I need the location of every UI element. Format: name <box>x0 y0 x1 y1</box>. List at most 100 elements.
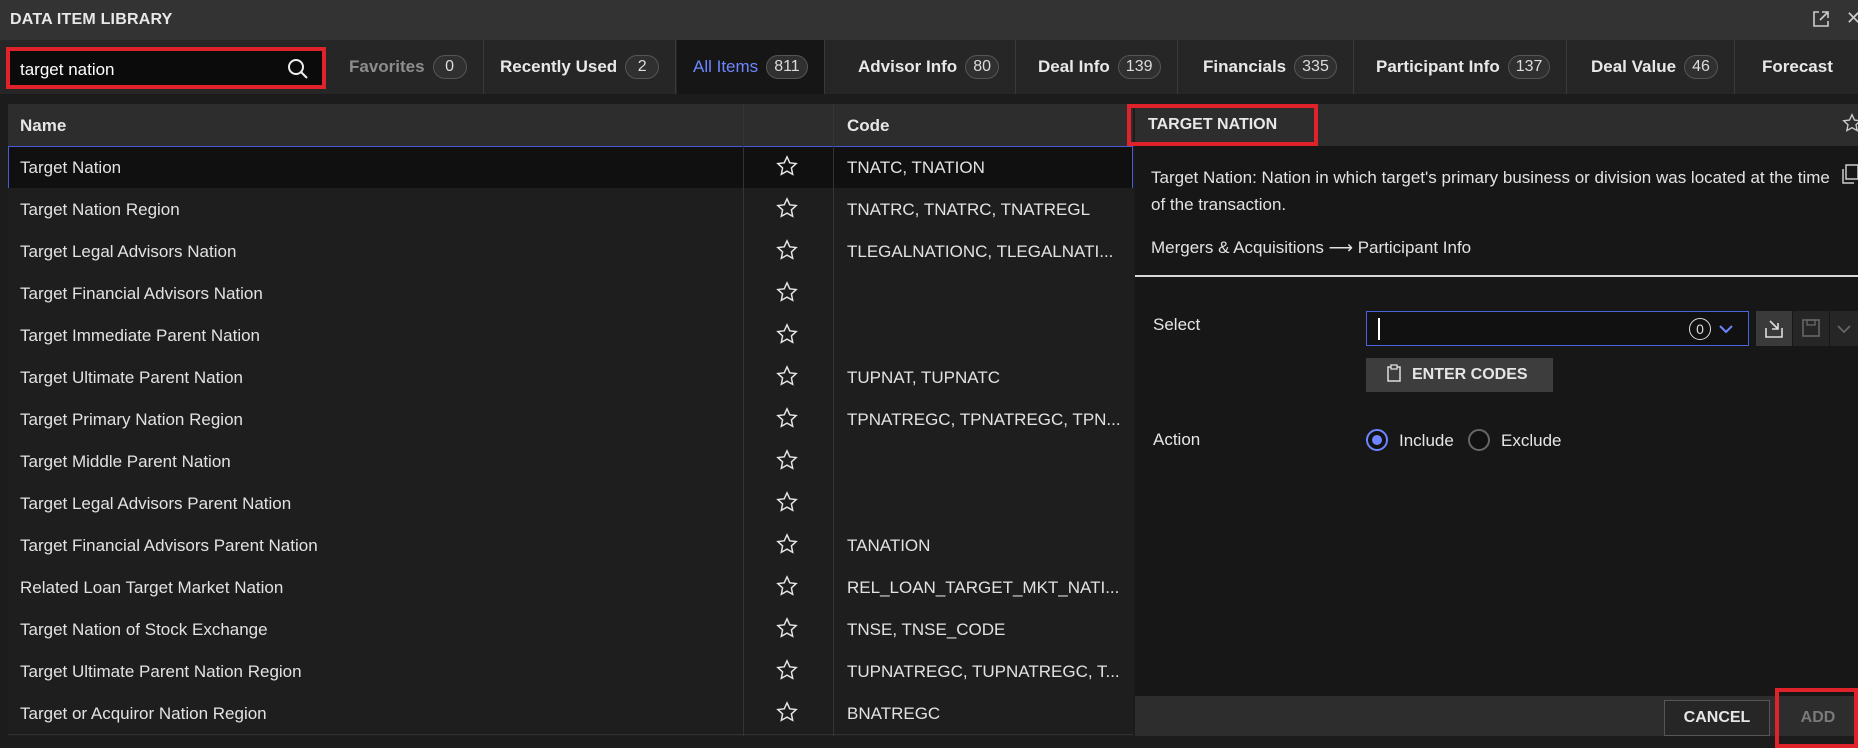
tab-financials[interactable]: Financials 335 <box>1187 40 1354 94</box>
star-icon[interactable] <box>776 533 798 555</box>
item-name: Target Nation of Stock Exchange <box>20 620 268 639</box>
tab-count-badge: 46 <box>1684 55 1719 79</box>
tab-label: Financials <box>1203 57 1287 76</box>
tab-favorites[interactable]: Favorites 0 <box>333 40 484 94</box>
select-label: Select <box>1153 315 1201 334</box>
tab-label: All Items <box>693 57 759 76</box>
tab-deal-value[interactable]: Deal Value 46 <box>1575 40 1736 94</box>
star-icon[interactable] <box>776 197 798 219</box>
table-row[interactable]: Target Financial Advisors Nation <box>8 272 1133 315</box>
tab-label: Deal Info <box>1038 57 1110 76</box>
search-box <box>6 47 326 89</box>
star-icon[interactable] <box>776 701 798 723</box>
favorite-star-icon[interactable] <box>1842 113 1858 133</box>
copy-icon[interactable] <box>1842 164 1858 184</box>
title-bar <box>0 0 1858 40</box>
divider <box>1135 275 1858 277</box>
star-icon[interactable] <box>776 491 798 513</box>
table-row[interactable]: Related Loan Target Market Nation REL_LOA… <box>8 566 1133 609</box>
save-icon[interactable] <box>1793 311 1829 346</box>
tab-advisor-info[interactable]: Advisor Info 80 <box>842 40 1017 94</box>
table-row[interactable]: Target Ultimate Parent Nation TUPNAT, TUP… <box>8 356 1133 399</box>
table-row[interactable]: Target Nation of Stock Exchange TNSE, TNS… <box>8 608 1133 651</box>
item-name: Target Financial Advisors Nation <box>20 284 263 303</box>
import-icon[interactable] <box>1756 311 1792 346</box>
exclude-label[interactable]: Exclude <box>1501 431 1561 451</box>
tab-count-badge: 2 <box>625 55 660 79</box>
star-icon[interactable] <box>776 365 798 387</box>
enter-codes-button[interactable]: ENTER CODES <box>1366 358 1553 392</box>
enter-codes-label: ENTER CODES <box>1412 366 1528 383</box>
star-icon[interactable] <box>776 323 798 345</box>
exclude-radio[interactable] <box>1468 429 1490 451</box>
item-name: Target Ultimate Parent Nation Region <box>20 662 302 681</box>
item-name: Target Immediate Parent Nation <box>20 326 261 345</box>
item-code: TLEGALNATIONC, TLEGALNATI... <box>847 242 1114 261</box>
table-row[interactable]: Target Immediate Parent Nation <box>8 314 1133 357</box>
item-description: Target Nation: Nation in which target's … <box>1151 168 1830 214</box>
window-title: DATA ITEM LIBRARY <box>10 11 173 28</box>
tab-count-badge: 811 <box>766 55 808 79</box>
data-item-table: Name Code Target Nation TNATC, TNATION Tar… <box>8 104 1133 736</box>
chevron-down-icon[interactable] <box>1717 320 1735 338</box>
table-row[interactable]: Target Legal Advisors Parent Nation <box>8 482 1133 525</box>
star-icon[interactable] <box>776 617 798 639</box>
star-icon[interactable] <box>776 449 798 471</box>
star-icon[interactable] <box>776 239 798 261</box>
table-row[interactable]: Target Nation TNATC, TNATION <box>8 146 1133 189</box>
table-row[interactable]: Target Financial Advisors Parent Nation T… <box>8 524 1133 567</box>
table-row[interactable]: Target Middle Parent Nation <box>8 440 1133 483</box>
tab-count-badge: 139 <box>1117 55 1161 79</box>
table-row[interactable]: Target Legal Advisors Nation TLEGALNATION… <box>8 230 1133 273</box>
star-icon[interactable] <box>776 407 798 429</box>
item-code: TNSE, TNSE_CODE <box>847 620 1006 639</box>
selection-count: 0 <box>1689 318 1711 340</box>
item-name: Target Legal Advisors Nation <box>20 242 237 261</box>
item-name: Target Nation Region <box>20 200 180 219</box>
search-icon[interactable] <box>286 57 310 81</box>
tab-participant-info[interactable]: Participant Info 137 <box>1360 40 1568 94</box>
table-row[interactable]: Target Nation Region TNATRC, TNATRC, TNAT… <box>8 188 1133 231</box>
item-name: Target Legal Advisors Parent Nation <box>20 494 292 513</box>
item-code: TUPNATREGC, TUPNATREGC, T... <box>847 662 1120 681</box>
cancel-button[interactable]: CANCEL <box>1664 700 1770 736</box>
star-icon[interactable] <box>776 659 798 681</box>
tab-label: Advisor Info <box>858 57 958 76</box>
item-code: REL_LOAN_TARGET_MKT_NATI... <box>847 578 1120 597</box>
popout-icon[interactable] <box>1812 10 1832 30</box>
select-input[interactable]: 0 <box>1366 311 1749 346</box>
tab-all-items[interactable]: All Items 811 <box>677 40 825 94</box>
table-row[interactable]: Target Primary Nation Region TPNATREGC, T… <box>8 398 1133 441</box>
close-icon[interactable]: ✕ <box>1846 8 1858 29</box>
item-code: TNATC, TNATION <box>847 158 985 177</box>
star-icon[interactable] <box>776 575 798 597</box>
column-header-name[interactable]: Name <box>20 116 66 136</box>
table-row[interactable]: Target or Acquiror Nation Region BNATREGC <box>8 692 1133 735</box>
category-breadcrumb: Mergers & Acquisitions ⟶ Participant Inf… <box>1151 238 1472 257</box>
table-header: Name Code <box>8 104 1133 146</box>
search-input[interactable] <box>20 58 270 82</box>
clipboard-icon <box>1386 363 1402 387</box>
tab-deal-info[interactable]: Deal Info 139 <box>1022 40 1178 94</box>
tab-label: Participant Info <box>1376 57 1500 76</box>
column-header-code[interactable]: Code <box>847 116 890 136</box>
item-code: TUPNAT, TUPNATC <box>847 368 1001 387</box>
tab-forecast[interactable]: Forecast <box>1746 40 1858 94</box>
include-radio[interactable] <box>1366 429 1388 451</box>
item-name: Target Primary Nation Region <box>20 410 243 429</box>
add-button[interactable]: ADD <box>1785 700 1851 736</box>
tab-label: Forecast <box>1762 57 1833 76</box>
include-label[interactable]: Include <box>1399 431 1454 451</box>
star-icon[interactable] <box>776 281 798 303</box>
star-icon[interactable] <box>776 155 798 177</box>
chevron-down-icon[interactable] <box>1830 311 1858 346</box>
item-code: TPNATREGC, TPNATREGC, TPN... <box>847 410 1121 429</box>
item-code: TNATRC, TNATRC, TNATREGL <box>847 200 1091 219</box>
table-row[interactable]: Target Ultimate Parent Nation Region TUPN… <box>8 650 1133 693</box>
item-name: Target Ultimate Parent Nation <box>20 368 243 387</box>
column-divider <box>833 104 834 736</box>
tab-recently-used[interactable]: Recently Used 2 <box>484 40 677 94</box>
tab-label: Recently Used <box>500 57 618 76</box>
tab-count-badge: 80 <box>965 55 1000 79</box>
item-name: Target or Acquiror Nation Region <box>20 704 267 723</box>
